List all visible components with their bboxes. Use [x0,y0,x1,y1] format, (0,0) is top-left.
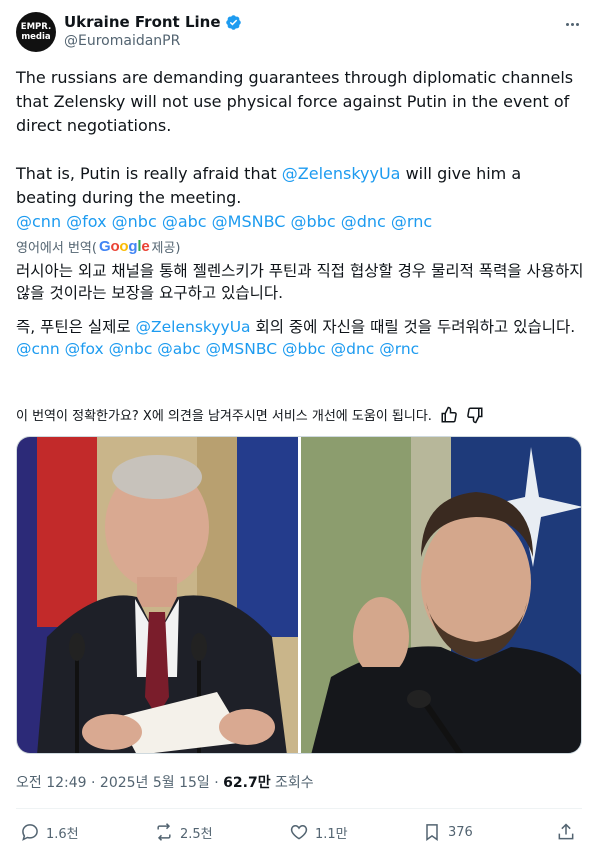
photo-left[interactable] [17,437,298,753]
tweet-text: The russians are demanding guarantees th… [16,66,576,234]
views-label: 조회수 [270,775,314,791]
tweet-header: EMPR. media Ukraine Front Line @Euromaid… [16,12,582,56]
display-name[interactable]: Ukraine Front Line [64,13,221,31]
more-options-icon[interactable] [562,14,582,34]
tweet-timestamp: 오전 12:49 · 2025년 5월 15일 · 62.7만 조회수 [16,772,314,792]
photo-right[interactable] [301,437,581,753]
tweet-p2-text-before: That is, Putin is really afraid that [16,164,282,183]
bookmark-icon [426,824,438,841]
reply-icon [22,824,38,841]
translated-hashtag-mentions[interactable]: @cnn @fox @nbc @abc @MSNBC @bbc @dnc @rn… [16,338,584,360]
action-bar: 1.6천 2.5천 1.1만 376 [16,814,582,852]
translated-by[interactable]: 영어에서 번역( Google 제공) [16,237,180,256]
translated-suffix: 제공) [151,241,181,256]
translated-p2-before: 즉, 푸틴은 실제로 [16,318,136,336]
translated-p2-after: 회의 중에 자신을 때릴 것을 두려워하고 있습니다. [250,318,576,336]
avatar-text-line2: media [21,32,51,42]
feedback-text: 이 번역이 정확한가요? X에 의견을 남겨주시면 서비스 개선에 도움이 됩니… [16,409,432,424]
tweet-paragraph-1: The russians are demanding guarantees th… [16,68,574,135]
translated-text: 러시아는 외교 채널을 통해 젤렌스키가 푸틴과 직접 협상할 경우 물리적 폭… [16,260,584,360]
translated-prefix: 영어에서 번역( [16,241,97,256]
divider [16,808,582,809]
tweet-paragraph-2: That is, Putin is really afraid that @Ze… [16,162,576,210]
translated-mention-link[interactable]: @ZelenskyyUa [136,318,251,336]
thumbs-up-icon[interactable] [440,406,458,424]
translated-paragraph-2: 즉, 푸틴은 실제로 @ZelenskyyUa 회의 중에 자신을 때릴 것을 … [16,316,584,338]
bookmark-button[interactable]: 376 [422,822,473,842]
hashtag-mentions[interactable]: @cnn @fox @nbc @abc @MSNBC @bbc @dnc @rn… [16,210,576,234]
share-button[interactable] [556,822,576,842]
thumbs-down-icon[interactable] [466,406,484,424]
avatar[interactable]: EMPR. media [16,12,56,52]
mention-link[interactable]: @ZelenskyyUa [282,164,401,183]
like-button[interactable]: 1.1만 [289,822,348,842]
repost-button[interactable]: 2.5천 [154,822,213,842]
repost-count: 2.5천 [180,826,213,842]
post-time[interactable]: 오전 12:49 · 2025년 5월 15일 · [16,775,223,791]
like-count: 1.1만 [315,826,348,842]
avatar-text-line1: EMPR. [20,22,52,32]
translated-paragraph-1: 러시아는 외교 채널을 통해 젤렌스키가 푸틴과 직접 협상할 경우 물리적 폭… [16,262,584,302]
reply-button[interactable]: 1.6천 [20,822,79,842]
media-grid[interactable] [16,436,582,754]
views-count: 62.7만 [223,775,271,791]
author-handle[interactable]: @EuromaidanPR [64,33,180,49]
translation-feedback: 이 번역이 정확한가요? X에 의견을 남겨주시면 서비스 개선에 도움이 됩니… [16,405,576,424]
repost-icon [157,823,171,841]
verified-badge-icon [225,14,242,31]
reply-count: 1.6천 [46,826,79,842]
share-icon [558,823,574,840]
bookmark-count: 376 [448,824,473,840]
name-row: Ukraine Front Line [64,12,242,32]
google-logo: Google [98,238,150,255]
heart-icon [290,824,308,840]
